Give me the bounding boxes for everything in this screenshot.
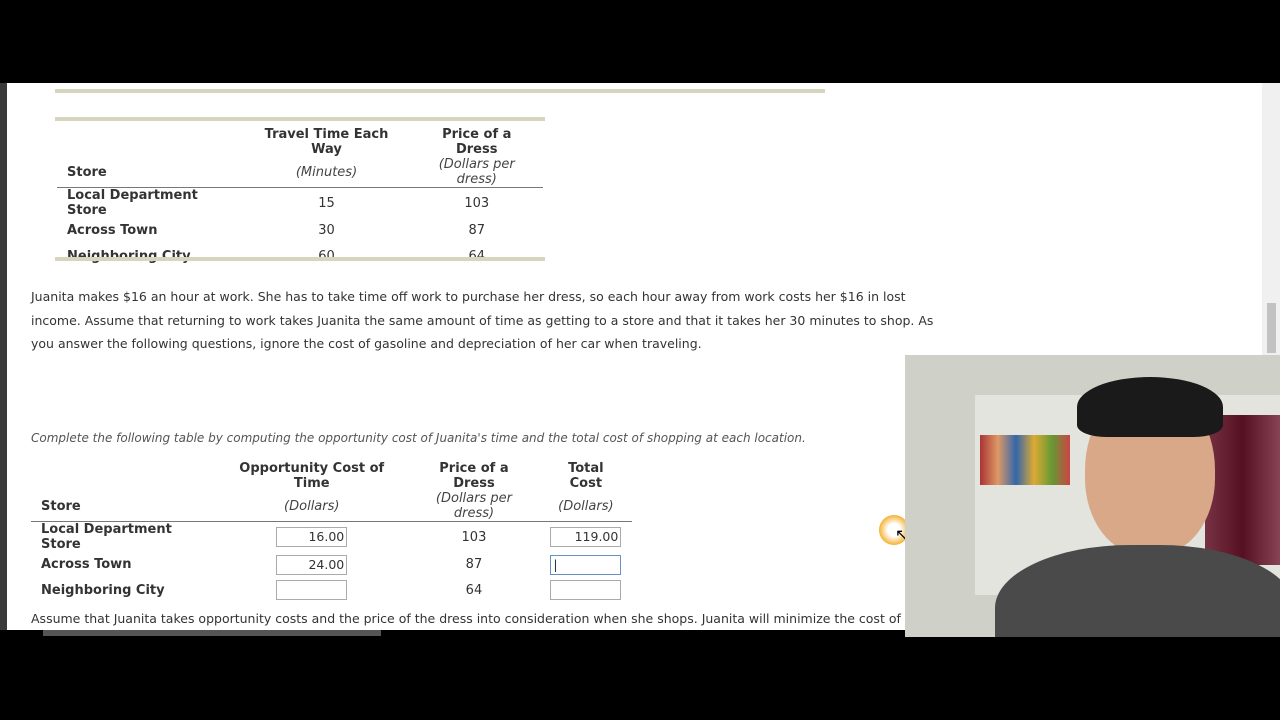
price: 103: [461, 529, 487, 545]
header: [57, 127, 243, 157]
hair: [1077, 377, 1223, 437]
travel-time: 30: [318, 223, 335, 239]
horizontal-scrollbar[interactable]: [43, 630, 381, 636]
opportunity-cost-input[interactable]: 24.00: [276, 554, 348, 575]
question-text: Assume that Juanita takes opportunity co…: [31, 611, 963, 626]
books: [1205, 415, 1280, 565]
table-row: Neighboring City 64: [31, 578, 632, 604]
window-border: [0, 83, 7, 630]
header: Opportunity Cost of Time: [239, 461, 385, 491]
total-cost-input[interactable]: |: [550, 554, 622, 575]
header: Total Cost: [568, 461, 604, 491]
table1-top-rule: [55, 117, 545, 121]
travel-time: 15: [318, 195, 335, 211]
table1-bottom-rule: [55, 257, 545, 261]
unit: (Dollars): [284, 498, 340, 514]
store-name: Across Town: [67, 223, 158, 239]
unit: (Dollars per dress): [435, 491, 512, 521]
total-cost-input[interactable]: [550, 580, 622, 601]
unit: (Dollars): [558, 498, 614, 514]
problem-text: Juanita makes $16 an hour at work. She h…: [31, 289, 934, 351]
store-name: Across Town: [41, 557, 132, 573]
scrollbar-thumb[interactable]: [1267, 303, 1276, 353]
header: Price of a Dress: [439, 461, 509, 491]
header: Store: [31, 491, 216, 522]
table-row: Across Town 24.00 87 |: [31, 552, 632, 578]
cost-table: Opportunity Cost of Time Price of a Dres…: [31, 461, 632, 603]
travel-table: Travel Time Each Way Price of a Dress St…: [57, 127, 543, 269]
unit: (Minutes): [295, 164, 358, 180]
header: Store: [57, 157, 243, 188]
instruction-text: Complete the following table by computin…: [31, 431, 806, 445]
opportunity-cost-input[interactable]: 16.00: [276, 527, 348, 547]
store-name: Local Department Store: [41, 522, 172, 552]
books: [980, 435, 1070, 485]
table-row: Local Department Store 16.00 103 119.00: [31, 522, 632, 552]
price: 87: [468, 223, 485, 239]
price: 103: [464, 195, 490, 211]
divider: [55, 89, 825, 93]
header: Price of a Dress: [442, 127, 512, 157]
opportunity-cost-input[interactable]: [276, 580, 348, 601]
webcam-overlay: [905, 355, 1280, 637]
header: Travel Time Each Way: [264, 127, 389, 157]
table-row: Local Department Store 15 103: [57, 188, 543, 218]
total-cost-input[interactable]: 119.00: [550, 527, 622, 547]
price: 87: [465, 557, 483, 573]
price: 64: [465, 582, 483, 598]
table-row: Across Town 30 87: [57, 218, 543, 244]
unit: (Dollars per dress): [438, 157, 515, 187]
store-name: Neighboring City: [41, 582, 165, 598]
store-name: Local Department Store: [67, 188, 198, 218]
